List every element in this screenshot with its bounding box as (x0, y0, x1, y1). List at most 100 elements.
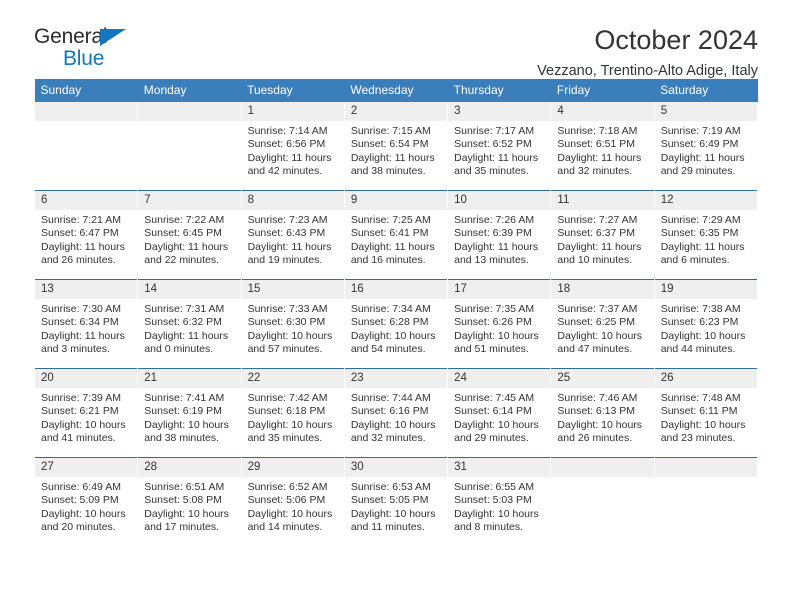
calendar-day-cell[interactable]: 4 Sunrise: 7:18 AM Sunset: 6:51 PM Daylight… (550, 102, 655, 191)
day-number: 24 (448, 369, 551, 388)
day-number: 17 (448, 280, 551, 299)
weekday-header-tuesday: Tuesday (241, 79, 345, 102)
calendar-day-cell[interactable]: 27 Sunrise: 6:49 AM Sunset: 5:09 PM Dayligh… (33, 457, 139, 546)
sunset-text: Sunset: 6:28 PM (350, 316, 429, 329)
calendar-day-cell[interactable]: 6 Sunrise: 7:21 AM Sunset: 6:47 PM Daylight… (33, 190, 139, 280)
sunset-text: Sunset: 6:21 PM (41, 405, 119, 418)
calendar-body: 1 Sunrise: 7:14 AM Sunset: 6:56 PM Daylight… (33, 102, 759, 546)
day-details: Sunrise: 7:33 AM Sunset: 6:30 PM Daylight:… (242, 299, 344, 357)
day-details: Sunrise: 7:23 AM Sunset: 6:43 PM Daylight:… (242, 210, 344, 268)
day-number (551, 458, 654, 477)
sunset-text: Sunset: 6:52 PM (454, 138, 532, 151)
logo-text-blue: Blue (63, 47, 105, 70)
day-details: Sunrise: 7:25 AM Sunset: 6:41 PM Daylight:… (345, 210, 447, 268)
day-number: 6 (35, 191, 138, 210)
weekday-header-monday: Monday (137, 79, 242, 102)
sunrise-text: Sunrise: 7:41 AM (144, 392, 225, 404)
calendar-day-cell[interactable]: 21 Sunrise: 7:41 AM Sunset: 6:19 PM Dayligh… (137, 368, 242, 458)
sunset-text: Sunset: 6:25 PM (557, 316, 636, 329)
calendar-day-cell[interactable]: 30 Sunrise: 6:53 AM Sunset: 5:05 PM Dayligh… (343, 457, 449, 546)
calendar-day-cell[interactable]: 31 Sunrise: 6:55 AM Sunset: 5:03 PM Dayligh… (447, 457, 552, 546)
calendar-day-cell[interactable]: 15 Sunrise: 7:33 AM Sunset: 6:30 PM Dayligh… (240, 279, 345, 369)
calendar-day-cell[interactable]: 2 Sunrise: 7:15 AM Sunset: 6:54 PM Daylight… (343, 102, 449, 191)
calendar-day-cell[interactable]: 11 Sunrise: 7:27 AM Sunset: 6:37 PM Dayligh… (550, 190, 655, 280)
calendar-day-cell[interactable] (33, 102, 139, 191)
daylight-text: Daylight: 11 hours and 22 minutes. (144, 240, 229, 267)
calendar-day-cell[interactable]: 23 Sunrise: 7:44 AM Sunset: 6:16 PM Dayligh… (343, 368, 449, 458)
calendar-day-cell[interactable]: 25 Sunrise: 7:46 AM Sunset: 6:13 PM Dayligh… (550, 368, 655, 458)
calendar-day-cell[interactable]: 28 Sunrise: 6:51 AM Sunset: 5:08 PM Dayligh… (137, 457, 242, 546)
daylight-text: Daylight: 10 hours and 23 minutes. (660, 418, 746, 445)
day-details: Sunrise: 7:18 AM Sunset: 6:51 PM Daylight:… (551, 121, 653, 179)
sunset-text: Sunset: 6:45 PM (144, 227, 222, 240)
daylight-text: Daylight: 10 hours and 29 minutes. (454, 418, 539, 445)
day-details: Sunrise: 7:48 AM Sunset: 6:11 PM Daylight:… (655, 388, 757, 446)
sunset-text: Sunset: 6:41 PM (350, 227, 429, 240)
day-number (654, 458, 757, 477)
calendar-day-cell[interactable]: 26 Sunrise: 7:48 AM Sunset: 6:11 PM Dayligh… (653, 368, 759, 458)
sunrise-text: Sunrise: 7:44 AM (350, 392, 431, 404)
daylight-text: Daylight: 10 hours and 17 minutes. (144, 507, 229, 534)
daylight-text: Daylight: 10 hours and 11 minutes. (350, 507, 436, 534)
day-number: 19 (654, 280, 757, 299)
daylight-text: Daylight: 10 hours and 32 minutes. (350, 418, 436, 445)
calendar-day-cell[interactable] (653, 457, 759, 546)
calendar-day-cell[interactable]: 24 Sunrise: 7:45 AM Sunset: 6:14 PM Dayligh… (447, 368, 552, 458)
day-number: 14 (138, 280, 241, 299)
calendar-day-cell[interactable]: 8 Sunrise: 7:23 AM Sunset: 6:43 PM Daylight… (240, 190, 345, 280)
calendar-day-cell[interactable]: 19 Sunrise: 7:38 AM Sunset: 6:23 PM Dayligh… (653, 279, 759, 369)
sunset-text: Sunset: 6:13 PM (557, 405, 636, 418)
calendar-day-cell[interactable]: 7 Sunrise: 7:22 AM Sunset: 6:45 PM Daylight… (137, 190, 242, 280)
daylight-text: Daylight: 11 hours and 35 minutes. (454, 151, 538, 178)
sunset-text: Sunset: 6:47 PM (41, 227, 119, 240)
daylight-text: Daylight: 10 hours and 26 minutes. (557, 418, 643, 445)
daylight-text: Daylight: 10 hours and 41 minutes. (41, 418, 126, 445)
calendar-day-cell[interactable]: 14 Sunrise: 7:31 AM Sunset: 6:32 PM Dayligh… (137, 279, 242, 369)
calendar-day-cell[interactable]: 1 Sunrise: 7:14 AM Sunset: 6:56 PM Daylight… (240, 102, 345, 191)
sunset-text: Sunset: 6:30 PM (247, 316, 326, 329)
calendar-page: General Blue October 2024 Vezzano, Trent… (0, 0, 792, 612)
daylight-text: Daylight: 10 hours and 44 minutes. (660, 329, 746, 356)
day-number: 16 (344, 280, 448, 299)
sunrise-text: Sunrise: 7:22 AM (144, 214, 225, 226)
daylight-text: Daylight: 10 hours and 54 minutes. (350, 329, 436, 356)
sunset-text: Sunset: 6:23 PM (660, 316, 739, 329)
calendar-day-cell[interactable]: 5 Sunrise: 7:19 AM Sunset: 6:49 PM Daylight… (653, 102, 759, 191)
calendar-day-cell[interactable]: 9 Sunrise: 7:25 AM Sunset: 6:41 PM Daylight… (343, 190, 449, 280)
daylight-text: Daylight: 11 hours and 3 minutes. (41, 329, 125, 356)
calendar-day-cell[interactable]: 22 Sunrise: 7:42 AM Sunset: 6:18 PM Dayligh… (240, 368, 345, 458)
calendar-day-cell[interactable]: 20 Sunrise: 7:39 AM Sunset: 6:21 PM Dayligh… (33, 368, 139, 458)
sunrise-text: Sunrise: 7:17 AM (454, 125, 535, 137)
calendar-day-cell[interactable]: 12 Sunrise: 7:29 AM Sunset: 6:35 PM Dayligh… (653, 190, 759, 280)
calendar-day-cell[interactable]: 13 Sunrise: 7:30 AM Sunset: 6:34 PM Dayligh… (33, 279, 139, 369)
calendar-day-cell[interactable]: 3 Sunrise: 7:17 AM Sunset: 6:52 PM Daylight… (447, 102, 552, 191)
calendar-day-cell[interactable]: 17 Sunrise: 7:35 AM Sunset: 6:26 PM Dayligh… (447, 279, 552, 369)
sunset-text: Sunset: 6:37 PM (557, 227, 636, 240)
calendar-header-row: Sunday Monday Tuesday Wednesday Thursday… (34, 79, 758, 102)
calendar-day-cell[interactable]: 10 Sunrise: 7:26 AM Sunset: 6:39 PM Dayligh… (447, 190, 552, 280)
calendar-day-cell[interactable] (550, 457, 655, 546)
sunset-text: Sunset: 5:05 PM (350, 494, 429, 507)
day-number (35, 102, 138, 121)
day-number: 25 (551, 369, 654, 388)
day-details: Sunrise: 7:41 AM Sunset: 6:19 PM Daylight:… (138, 388, 240, 446)
day-details: Sunrise: 7:38 AM Sunset: 6:23 PM Daylight:… (655, 299, 757, 357)
calendar-day-cell[interactable]: 29 Sunrise: 6:52 AM Sunset: 5:06 PM Dayligh… (240, 457, 345, 546)
day-details: Sunrise: 7:46 AM Sunset: 6:13 PM Daylight:… (551, 388, 653, 446)
calendar-day-cell[interactable]: 18 Sunrise: 7:37 AM Sunset: 6:25 PM Dayligh… (550, 279, 655, 369)
daylight-text: Daylight: 10 hours and 57 minutes. (247, 329, 333, 356)
day-number: 26 (654, 369, 757, 388)
sunrise-text: Sunrise: 7:34 AM (350, 303, 431, 315)
sunset-text: Sunset: 6:32 PM (144, 316, 222, 329)
calendar-week-row: 27 Sunrise: 6:49 AM Sunset: 5:09 PM Dayligh… (33, 457, 759, 546)
day-details: Sunrise: 6:53 AM Sunset: 5:05 PM Daylight:… (345, 477, 447, 535)
daylight-text: Daylight: 11 hours and 13 minutes. (454, 240, 538, 267)
day-number: 23 (344, 369, 448, 388)
calendar-day-cell[interactable]: 16 Sunrise: 7:34 AM Sunset: 6:28 PM Dayligh… (343, 279, 449, 369)
day-details: Sunrise: 7:31 AM Sunset: 6:32 PM Daylight:… (138, 299, 240, 357)
day-details: Sunrise: 7:37 AM Sunset: 6:25 PM Daylight:… (551, 299, 653, 357)
day-details: Sunrise: 6:51 AM Sunset: 5:08 PM Daylight:… (138, 477, 240, 535)
day-details: Sunrise: 7:42 AM Sunset: 6:18 PM Daylight:… (242, 388, 344, 446)
calendar-day-cell[interactable] (137, 102, 242, 191)
day-details: Sunrise: 7:39 AM Sunset: 6:21 PM Daylight:… (35, 388, 137, 446)
